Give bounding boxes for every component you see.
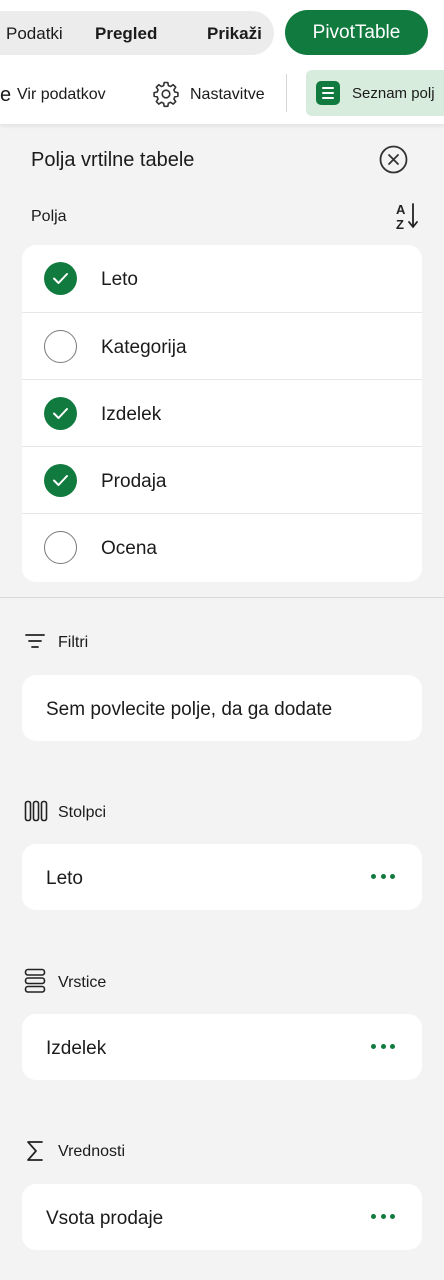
sigma-icon [27,1141,43,1161]
list-icon [316,81,340,105]
filters-drop-zone[interactable]: Sem povlecite polje, da ga dodate [22,675,422,741]
checkmark-icon [53,408,68,419]
pane-title: Polja vrtilne tabele [31,149,195,171]
field-list-button[interactable]: Seznam polj [306,70,444,116]
field-checkbox[interactable] [44,330,77,363]
checkmark-icon [53,273,68,284]
more-horizontal-icon[interactable] [371,1044,395,1050]
fields-section-label: Polja [31,208,67,225]
svg-text:Z: Z [396,217,404,232]
field-list-label: Seznam polj [352,85,435,102]
data-source-button[interactable]: Vir podatkov [17,86,106,104]
sort-az-icon[interactable]: A Z [394,200,420,232]
gear-icon[interactable] [152,80,180,108]
field-row[interactable]: Izdelek [22,379,422,446]
field-row[interactable]: Kategorija [22,312,422,379]
field-checkbox[interactable] [44,397,77,430]
filters-label: Filtri [58,634,89,651]
columns-label: Stolpci [58,804,107,821]
more-horizontal-icon[interactable] [371,1214,395,1220]
field-row[interactable]: Leto [22,245,422,312]
field-row[interactable]: Ocena [22,513,422,580]
tab-data[interactable]: Podatki [6,24,63,44]
top-ribbon: Podatki Pregled Prikaži PivotTable e Vir… [0,0,444,124]
field-row[interactable]: Prodaja [22,446,422,513]
toolbar-divider [286,74,287,112]
tab-view[interactable]: Prikaži [207,24,262,44]
settings-button[interactable]: Nastavitve [190,86,265,104]
filter-icon [25,634,45,648]
tab-pivottable[interactable]: PivotTable [285,10,428,55]
tab-review[interactable]: Pregled [95,24,157,44]
field-name: Ocena [101,538,157,559]
values-label: Vrednosti [58,1143,125,1160]
columns-item[interactable]: Leto [46,868,83,890]
rows-drop-zone: Izdelek [22,1014,422,1080]
rows-icon [24,968,46,993]
field-name: Izdelek [101,404,162,425]
toolbar-clipped-label: e [0,84,12,106]
field-checkbox[interactable] [44,262,77,295]
svg-text:A: A [396,202,406,217]
field-checkbox[interactable] [44,531,77,564]
rows-label: Vrstice [58,974,107,991]
field-name: Prodaja [101,471,167,492]
field-list: Leto Kategorija Izdelek Prodaja Ocena [22,245,422,582]
more-horizontal-icon[interactable] [371,874,395,880]
field-checkbox[interactable] [44,464,77,497]
rows-item[interactable]: Izdelek [46,1038,106,1060]
field-name: Kategorija [101,337,187,358]
values-item[interactable]: Vsota prodaje [46,1208,163,1230]
columns-drop-zone: Leto [22,844,422,910]
checkmark-icon [53,475,68,486]
close-icon[interactable] [379,145,408,174]
values-drop-zone: Vsota prodaje [22,1184,422,1250]
section-divider [0,597,444,598]
field-name: Leto [101,269,138,290]
filters-placeholder: Sem povlecite polje, da ga dodate [46,699,333,720]
columns-icon [24,800,48,822]
